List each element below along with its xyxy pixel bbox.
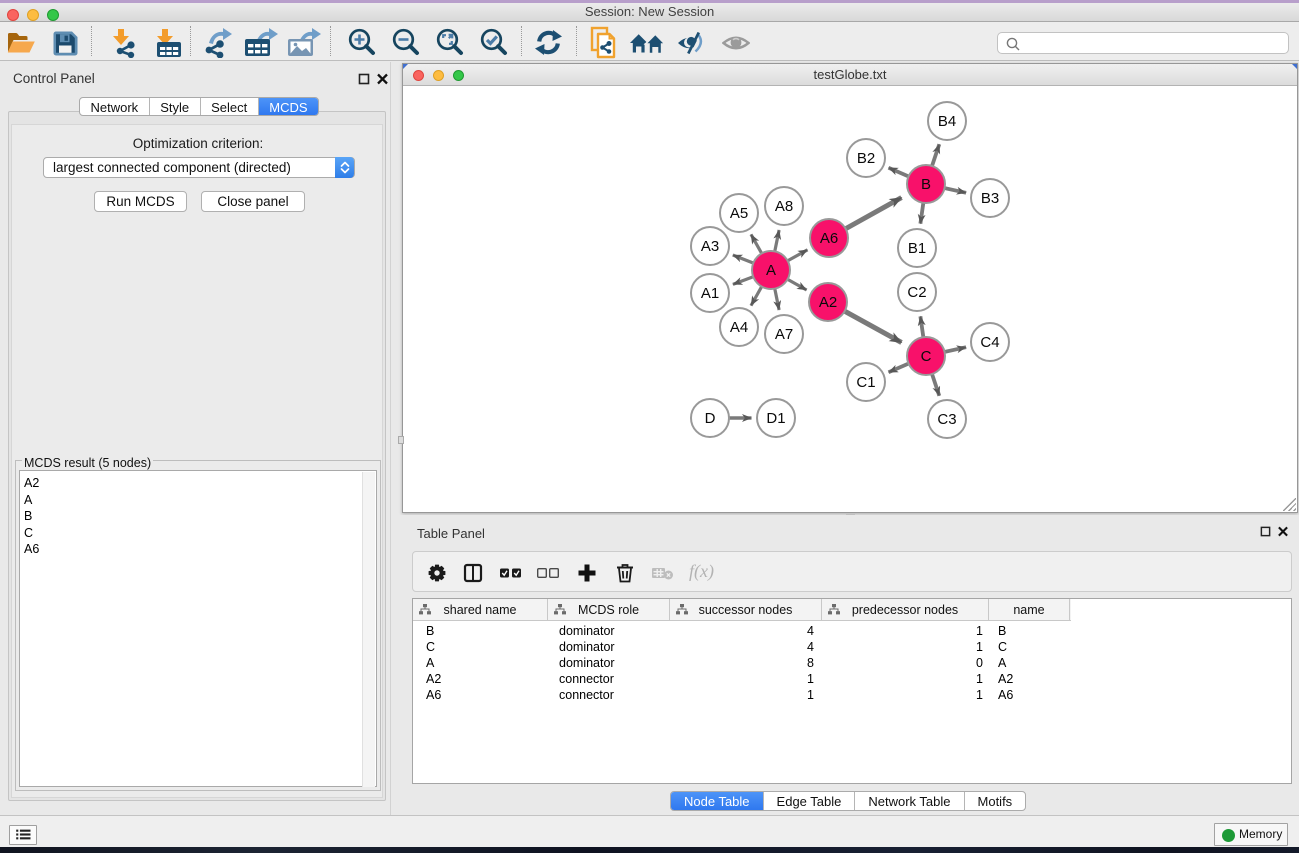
svg-text:C3: C3: [937, 411, 956, 428]
svg-text:A8: A8: [775, 198, 793, 215]
svg-text:C1: C1: [856, 374, 875, 391]
svg-text:B1: B1: [908, 240, 926, 257]
svg-text:D: D: [705, 410, 716, 427]
svg-text:A1: A1: [701, 285, 719, 302]
svg-text:B: B: [921, 176, 931, 193]
svg-text:C2: C2: [907, 284, 926, 301]
svg-text:A6: A6: [820, 230, 838, 247]
svg-text:A2: A2: [819, 294, 837, 311]
svg-text:A4: A4: [730, 319, 748, 336]
svg-text:D1: D1: [766, 410, 785, 427]
svg-text:C: C: [921, 348, 932, 365]
svg-text:B3: B3: [981, 190, 999, 207]
svg-text:B2: B2: [857, 150, 875, 167]
svg-text:B4: B4: [938, 113, 956, 130]
svg-text:A5: A5: [730, 205, 748, 222]
svg-text:A7: A7: [775, 326, 793, 343]
svg-text:C4: C4: [980, 334, 999, 351]
svg-text:A: A: [766, 262, 776, 279]
svg-text:A3: A3: [701, 238, 719, 255]
